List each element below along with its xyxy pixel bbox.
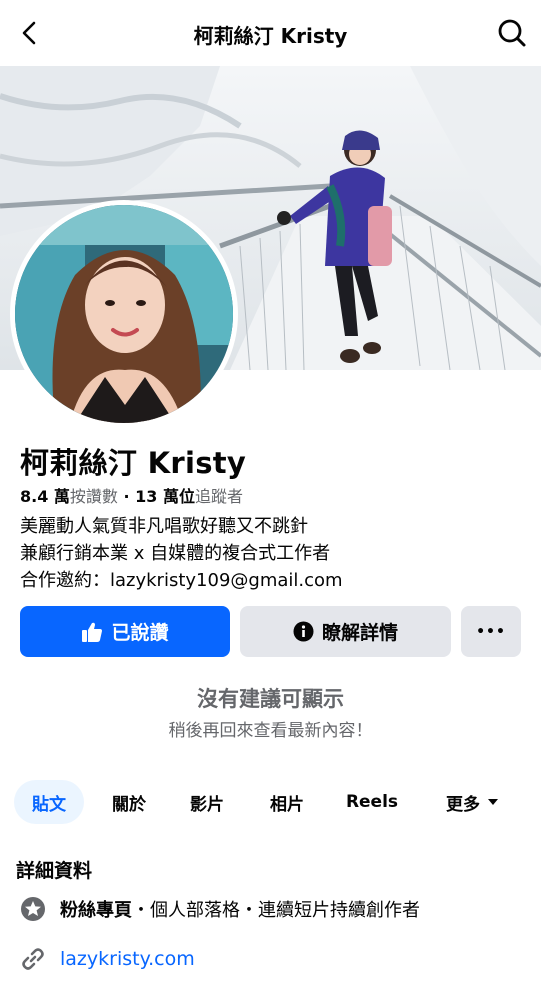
liked-button-label: 已說讚 bbox=[111, 622, 169, 644]
tab-more-label: 更多 bbox=[446, 794, 480, 815]
stats-separator: · bbox=[117, 487, 136, 506]
learn-more-button[interactable]: 瞭解詳情 bbox=[240, 606, 451, 657]
page-type-label: 粉絲專頁 bbox=[60, 900, 132, 921]
likes-count: 8.4 萬 bbox=[20, 487, 70, 506]
website-row: lazykristy.com bbox=[18, 944, 195, 974]
followers-unit: 位 bbox=[179, 487, 196, 506]
page-title: 柯莉絲汀 Kristy bbox=[193, 24, 348, 48]
link-icon bbox=[18, 944, 48, 974]
bio-line: 合作邀約：lazykristy109@gmail.com bbox=[20, 570, 343, 591]
thumbs-up-icon bbox=[82, 622, 103, 642]
no-suggestions-subtitle: 稍後再回來查看最新內容！ bbox=[168, 721, 373, 741]
info-icon bbox=[293, 621, 314, 642]
liked-button[interactable]: 已說讚 bbox=[20, 606, 230, 657]
no-suggestions-title: 沒有建議可顯示 bbox=[197, 687, 344, 711]
more-horizontal-icon: ••• bbox=[476, 623, 506, 640]
followers-count: 13 萬 bbox=[135, 487, 179, 506]
star-badge-icon bbox=[18, 894, 48, 924]
bio-line: 美麗動人氣質非凡唱歌好聽又不跳針 bbox=[20, 516, 308, 537]
profile-picture-image bbox=[15, 205, 233, 423]
page-category-row: 粉絲專頁 ・個人部落格・連續短片持續創作者 bbox=[18, 894, 420, 924]
tab-more[interactable]: 更多 bbox=[428, 780, 518, 824]
profile-name: 柯莉絲汀 Kristy bbox=[20, 446, 247, 480]
details-title: 詳細資料 bbox=[16, 860, 93, 882]
caret-down-icon bbox=[488, 799, 498, 805]
website-link[interactable]: lazykristy.com bbox=[60, 948, 195, 970]
tab-photos[interactable]: 相片 bbox=[256, 780, 318, 824]
profile-tabs: 貼文 關於 影片 相片 Reels 更多 bbox=[14, 780, 524, 824]
tab-reels[interactable]: Reels bbox=[336, 780, 408, 824]
avatar[interactable] bbox=[10, 200, 238, 428]
tab-posts[interactable]: 貼文 bbox=[14, 780, 84, 824]
tab-about[interactable]: 關於 bbox=[98, 780, 160, 824]
learn-more-button-label: 瞭解詳情 bbox=[321, 622, 398, 644]
search-icon bbox=[498, 19, 526, 47]
profile-stats: 8.4 萬按讚數 · 13 萬位追蹤者 bbox=[20, 483, 243, 507]
profile-bio: 美麗動人氣質非凡唱歌好聽又不跳針 兼顧行銷本業 x 自媒體的複合式工作者 合作邀… bbox=[20, 513, 343, 594]
tab-videos[interactable]: 影片 bbox=[176, 780, 238, 824]
bio-line: 兼顧行銷本業 x 自媒體的複合式工作者 bbox=[20, 543, 331, 564]
likes-label: 按讚數 bbox=[69, 487, 118, 506]
followers-label: 追蹤者 bbox=[195, 487, 244, 506]
top-bar: 柯莉絲汀 Kristy bbox=[0, 0, 541, 66]
search-button[interactable] bbox=[495, 16, 529, 50]
page-categories: ・個人部落格・連續短片持續創作者 bbox=[132, 900, 420, 921]
more-options-button[interactable]: ••• bbox=[461, 606, 521, 657]
